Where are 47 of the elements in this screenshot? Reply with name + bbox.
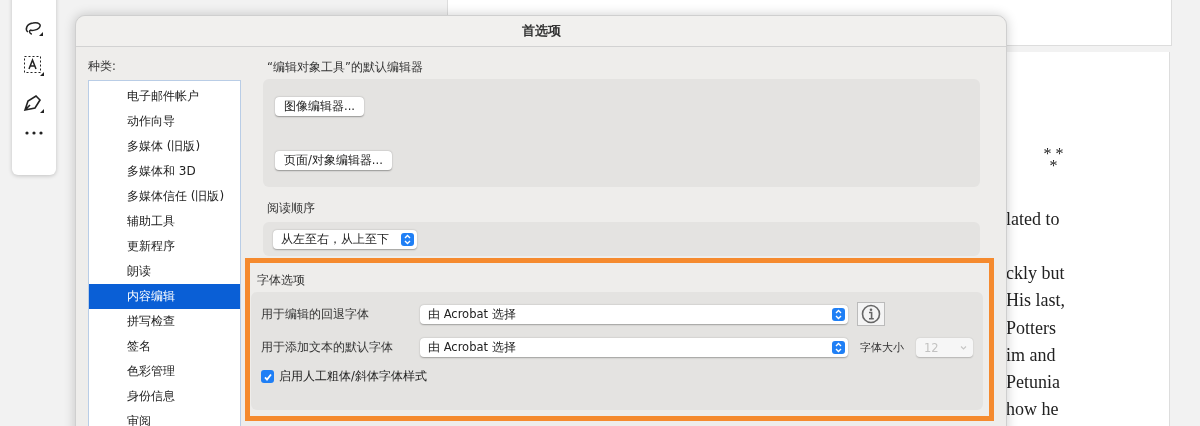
ornament-text: * * <box>1042 148 1065 160</box>
document-text: Potters <box>1006 317 1056 338</box>
stepper-icon <box>832 307 845 321</box>
window-title: 首选项 <box>521 22 561 40</box>
category-item[interactable]: 动作向导 <box>89 109 240 134</box>
document-text: His last, <box>1006 290 1065 311</box>
font-select[interactable]: 由 Acrobat 选择 <box>420 338 848 357</box>
category-item[interactable]: 签名 <box>89 334 240 359</box>
category-item[interactable]: 身份信息 <box>89 384 240 409</box>
category-label: 种类: <box>88 59 117 74</box>
category-item[interactable]: 电子邮件帐户 <box>89 84 240 109</box>
category-item[interactable]: 多媒体信任 (旧版) <box>89 184 240 209</box>
stepper-icon <box>401 232 414 246</box>
category-item[interactable]: 多媒体 (旧版) <box>89 134 240 159</box>
more-icon[interactable] <box>25 131 43 135</box>
field-label: 字体大小 <box>860 340 904 355</box>
ornament-text: * <box>1048 160 1059 172</box>
section-title: 阅读顺序 <box>267 201 316 216</box>
category-item[interactable]: 辅助工具 <box>89 209 240 234</box>
document-text: im and <box>1006 344 1056 365</box>
pen-icon[interactable] <box>23 94 45 114</box>
document-text: Petunia <box>1006 371 1060 392</box>
field-label: 用于添加文本的默认字体 <box>261 340 394 355</box>
font-select[interactable]: 由 Acrobat 选择 <box>420 304 848 324</box>
category-item[interactable]: 朗读 <box>89 259 240 284</box>
document-text: lated to <box>1006 209 1060 229</box>
category-item[interactable]: 内容编辑 <box>89 284 240 309</box>
editor-button[interactable]: 图像编辑器... <box>275 96 364 116</box>
checkbox-label: 启用人工粗体/斜体字体样式 <box>279 369 427 384</box>
document-text: how he <box>1006 399 1059 420</box>
info-icon <box>861 304 881 324</box>
reading-order-select[interactable]: 从左至右，从上至下 <box>273 229 417 249</box>
category-item[interactable]: 色彩管理 <box>89 359 240 384</box>
section-title: 字体选项 <box>257 273 306 288</box>
field-label: 用于编辑的回退字体 <box>261 306 370 322</box>
info-button[interactable] <box>857 302 885 326</box>
editor-button[interactable]: 页面/对象编辑器... <box>275 150 392 170</box>
checkbox[interactable] <box>261 370 274 383</box>
category-item[interactable]: 更新程序 <box>89 234 240 259</box>
stepper-icon <box>832 341 845 354</box>
document-text: ckly but <box>1006 263 1065 284</box>
category-item[interactable]: 多媒体和 3D <box>89 159 240 184</box>
category-item[interactable]: 审阅 <box>89 409 240 426</box>
category-item[interactable]: 拼写检查 <box>89 309 240 334</box>
lasso-icon[interactable] <box>24 20 44 38</box>
text-box-icon[interactable] <box>23 55 45 77</box>
section-title: “编辑对象工具”的默认编辑器 <box>267 60 424 75</box>
